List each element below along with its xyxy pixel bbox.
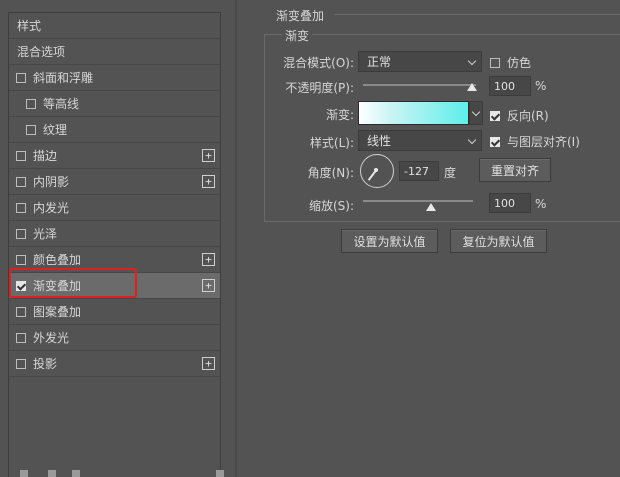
reset-default-button[interactable]: 复位为默认值 xyxy=(450,229,547,253)
style-enable-checkbox[interactable] xyxy=(16,72,26,83)
style-list-item[interactable]: 样式 xyxy=(9,13,220,39)
add-style-plus-icon[interactable]: + xyxy=(202,149,215,162)
style-enable-checkbox[interactable] xyxy=(26,98,36,109)
style-list-item[interactable]: 内阴影 + xyxy=(9,169,220,195)
style-list-item[interactable]: 投影 + xyxy=(9,351,220,377)
chevron-down-icon xyxy=(471,107,481,117)
reset-align-button[interactable]: 重置对齐 xyxy=(479,158,551,182)
align-checkbox-row[interactable]: 与图层对齐(I) xyxy=(490,133,580,150)
group-title: 渐变 xyxy=(282,27,313,44)
style-list-item[interactable]: 图案叠加 xyxy=(9,299,220,325)
make-default-button[interactable]: 设置为默认值 xyxy=(341,229,438,253)
style-enable-checkbox[interactable] xyxy=(16,254,26,265)
style-list-item[interactable]: 等高线 xyxy=(9,91,220,117)
style-enable-checkbox[interactable] xyxy=(26,124,36,135)
blend-mode-label: 混合模式(O): xyxy=(283,56,354,70)
add-style-plus-icon[interactable]: + xyxy=(202,175,215,188)
style-list-item-label: 内阴影 xyxy=(33,175,70,189)
style-list-item-label: 样式 xyxy=(17,19,42,33)
style-list-item[interactable]: 混合选项 xyxy=(9,39,220,65)
style-enable-checkbox[interactable] xyxy=(16,280,26,291)
fx-icon[interactable] xyxy=(20,470,28,477)
style-enable-checkbox[interactable] xyxy=(16,228,26,239)
style-list-item-label: 混合选项 xyxy=(17,45,66,59)
scale-slider-thumb[interactable] xyxy=(426,203,436,211)
scale-slider-track[interactable] xyxy=(363,200,473,202)
style-list-item-label: 外发光 xyxy=(33,331,70,345)
gradient-dropdown-button[interactable] xyxy=(469,101,483,125)
gradient-label: 渐变: xyxy=(325,108,354,122)
angle-label: 角度(N): xyxy=(307,166,354,180)
style-enable-checkbox[interactable] xyxy=(16,202,26,213)
style-label: 样式(L): xyxy=(309,136,354,150)
style-list-item-label: 投影 xyxy=(33,357,58,371)
move-down-icon[interactable] xyxy=(72,470,80,477)
scale-label: 缩放(S): xyxy=(308,199,354,213)
reverse-checkbox-row[interactable]: 反向(R) xyxy=(490,107,549,124)
opacity-input[interactable]: 100 xyxy=(489,76,531,96)
scale-input[interactable]: 100 xyxy=(489,193,531,213)
style-list-item-label: 渐变叠加 xyxy=(33,279,82,293)
style-list-item[interactable]: 外发光 xyxy=(9,325,220,351)
dither-checkbox[interactable] xyxy=(490,57,500,68)
style-list-item[interactable]: 内发光 xyxy=(9,195,220,221)
angle-input[interactable]: -127 xyxy=(399,161,439,181)
section-divider xyxy=(334,14,620,15)
style-list-item[interactable]: 纹理 xyxy=(9,117,220,143)
style-list-item-label: 图案叠加 xyxy=(33,305,82,319)
styles-list-panel: 样式混合选项斜面和浮雕等高线纹理描边 + 内阴影 + 内发光光泽颜色叠加 + 渐变叠加 + 图案… xyxy=(8,12,221,477)
opacity-unit: % xyxy=(535,79,547,93)
opacity-slider-track[interactable] xyxy=(363,84,476,86)
gradient-picker-swatch[interactable] xyxy=(358,101,469,125)
style-list-item-label: 纹理 xyxy=(43,123,68,137)
chevron-down-icon xyxy=(467,56,477,66)
style-list-item[interactable]: 斜面和浮雕 xyxy=(9,65,220,91)
style-list-item[interactable]: 光泽 xyxy=(9,221,220,247)
style-enable-checkbox[interactable] xyxy=(16,358,26,369)
style-enable-checkbox[interactable] xyxy=(16,150,26,161)
reverse-checkbox[interactable] xyxy=(490,110,500,121)
style-list-item-label: 斜面和浮雕 xyxy=(33,71,94,85)
trash-icon[interactable] xyxy=(216,470,224,477)
style-list-item-label: 等高线 xyxy=(43,97,80,111)
style-list-item[interactable]: 颜色叠加 + xyxy=(9,247,220,273)
add-style-plus-icon[interactable]: + xyxy=(202,279,215,292)
style-list-item-label: 内发光 xyxy=(33,201,70,215)
angle-center-dot xyxy=(374,168,378,172)
styles-bottom-toolbar xyxy=(8,468,224,477)
align-label: 与图层对齐(I) xyxy=(507,135,580,149)
dither-checkbox-row[interactable]: 仿色 xyxy=(490,54,531,71)
style-value: 线性 xyxy=(367,134,392,148)
style-enable-checkbox[interactable] xyxy=(16,306,26,317)
panel-divider xyxy=(235,0,237,477)
style-list-item[interactable]: 渐变叠加 + xyxy=(9,273,220,299)
add-style-plus-icon[interactable]: + xyxy=(202,253,215,266)
style-list-item-label: 颜色叠加 xyxy=(33,253,82,267)
style-enable-checkbox[interactable] xyxy=(16,176,26,187)
opacity-label: 不透明度(P): xyxy=(285,81,354,95)
style-enable-checkbox[interactable] xyxy=(16,332,26,343)
scale-unit: % xyxy=(535,197,547,211)
reverse-label: 反向(R) xyxy=(507,109,549,123)
style-list-item-label: 光泽 xyxy=(33,227,58,241)
align-with-layer-checkbox[interactable] xyxy=(490,136,500,147)
add-style-plus-icon[interactable]: + xyxy=(202,357,215,370)
opacity-slider-thumb[interactable] xyxy=(467,83,477,91)
style-select[interactable]: 线性 xyxy=(358,130,482,151)
dither-label: 仿色 xyxy=(507,56,532,70)
chevron-down-icon xyxy=(467,135,477,145)
style-list-item[interactable]: 描边 + xyxy=(9,143,220,169)
angle-unit: 度 xyxy=(444,166,457,180)
section-title: 渐变叠加 xyxy=(276,9,325,23)
blend-mode-select[interactable]: 正常 xyxy=(358,51,482,72)
blend-mode-value: 正常 xyxy=(367,55,392,69)
move-up-icon[interactable] xyxy=(48,470,56,477)
style-list-item-label: 描边 xyxy=(33,149,58,163)
